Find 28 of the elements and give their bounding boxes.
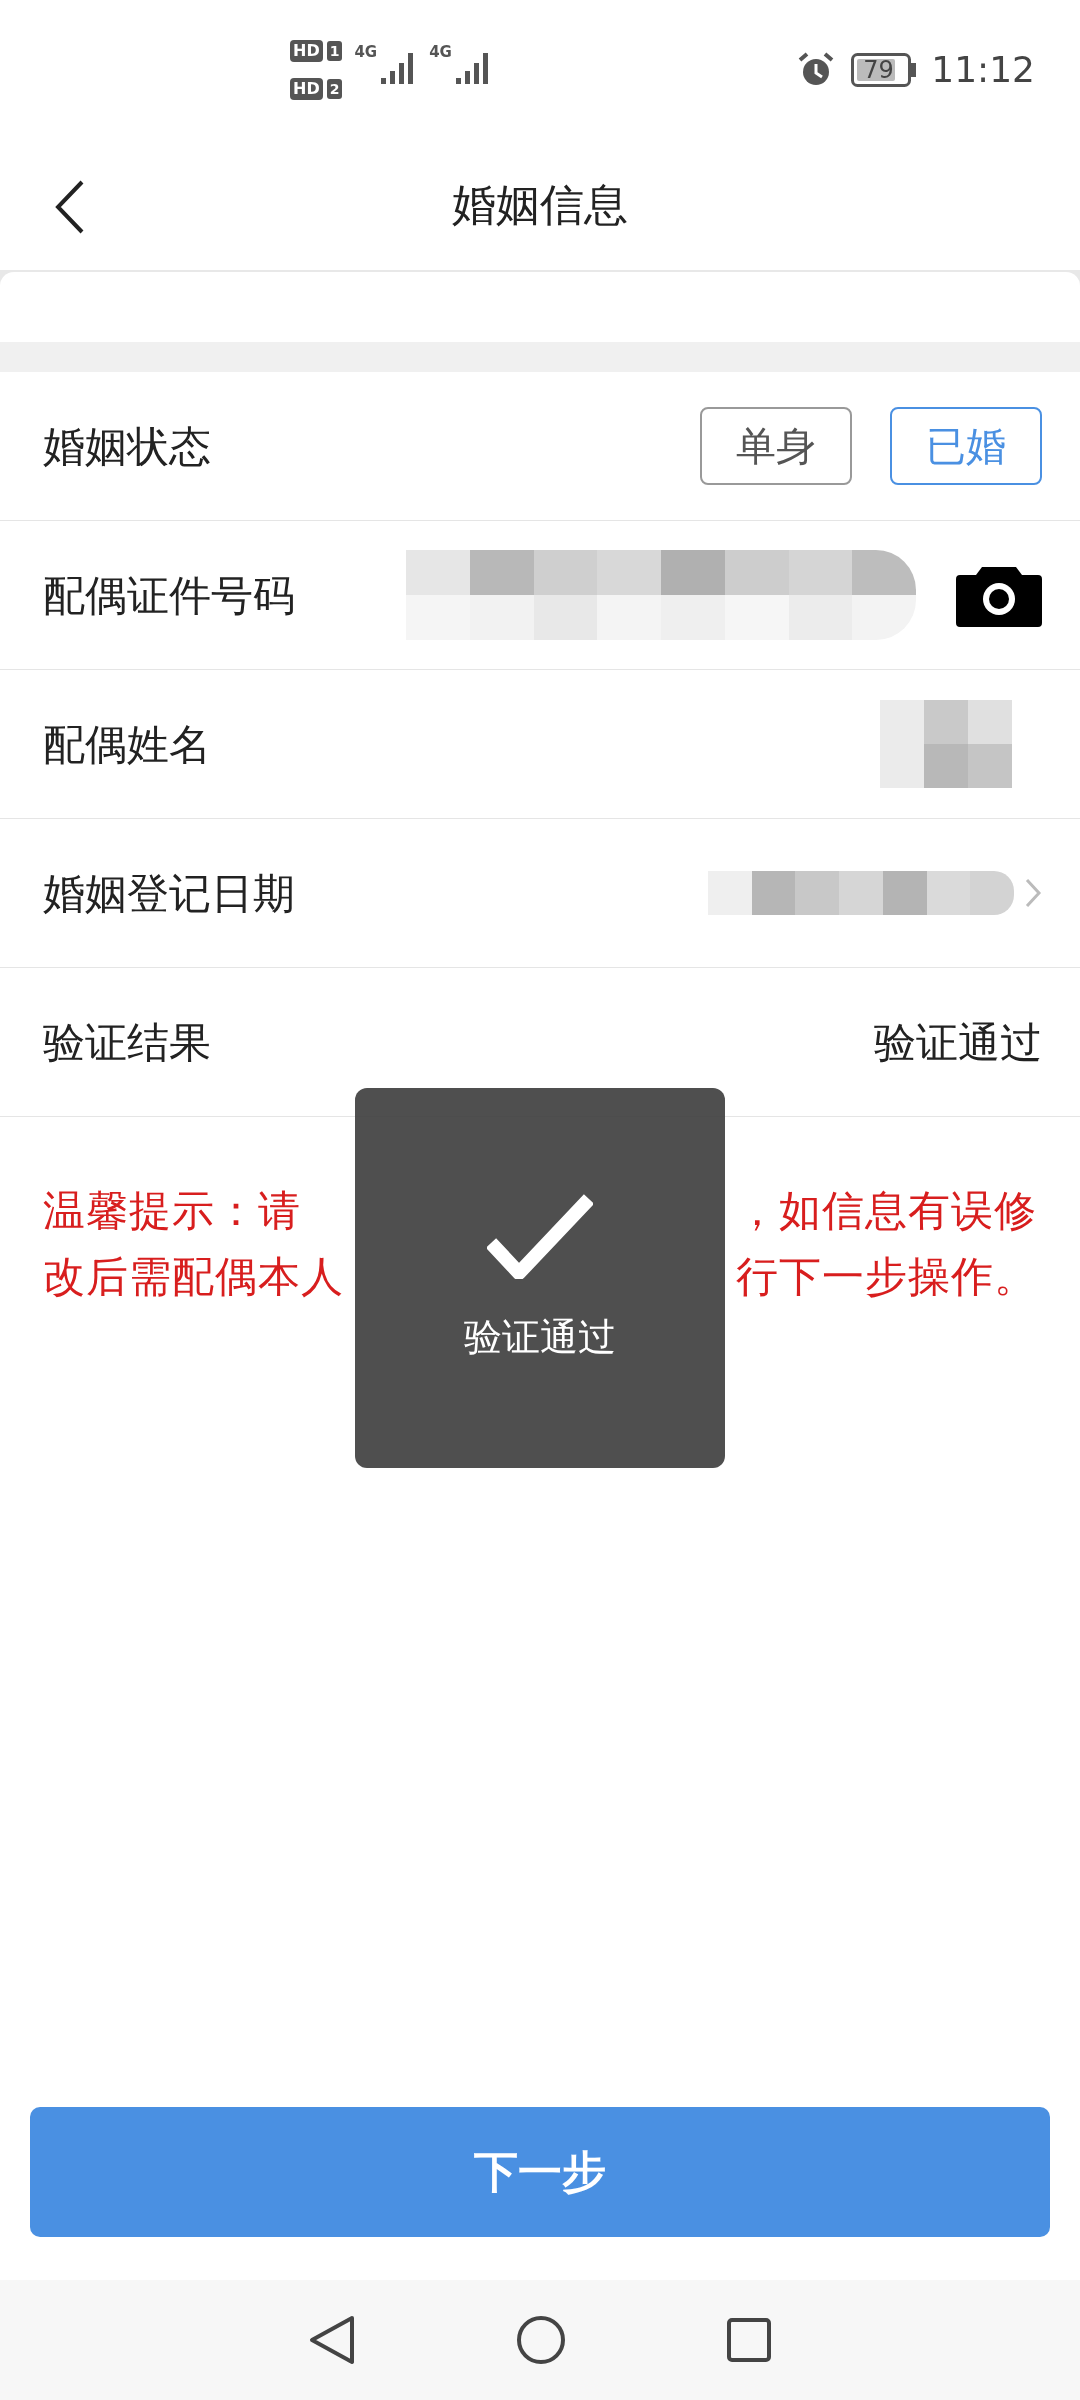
network-label: 4G [354, 45, 378, 60]
network-label: 4G [429, 45, 452, 60]
field-label: 配偶证件号码 [43, 569, 295, 622]
home-nav-icon[interactable] [516, 2315, 566, 2365]
clock-time: 11:12 [931, 48, 1035, 92]
notice-text: 行下一步操作。 [736, 1250, 1037, 1303]
sim-slot-badge: 2 [326, 79, 343, 99]
next-step-button[interactable]: 下一步 [30, 2107, 1050, 2237]
notice-text: ，如信息有误修 [736, 1184, 1037, 1237]
battery-level: 79 [863, 58, 894, 82]
status-option[interactable]: 单身 [700, 407, 852, 485]
status-option[interactable]: 已婚 [890, 407, 1042, 485]
battery-icon [851, 53, 918, 87]
back-nav-icon[interactable] [308, 2314, 356, 2366]
notice-text: 改后需配偶本人 [43, 1250, 344, 1303]
sim-slot-badge: 1 [326, 41, 343, 61]
recents-nav-icon[interactable] [726, 2317, 772, 2363]
field-label: 婚姻状态 [43, 420, 211, 473]
field-label: 验证结果 [43, 1016, 211, 1069]
checkmark-icon [487, 1193, 593, 1279]
page-title: 婚姻信息 [452, 178, 628, 232]
notice-text: 温馨提示：请 [43, 1184, 301, 1237]
field-label: 婚姻登记日期 [43, 867, 295, 920]
verification-result: 验证通过 [874, 1016, 1042, 1069]
toast-message: 验证通过 [464, 1314, 616, 1361]
field-label: 配偶姓名 [43, 718, 211, 771]
hd-badge: HD [290, 78, 323, 100]
hd-badge: HD [290, 40, 323, 62]
